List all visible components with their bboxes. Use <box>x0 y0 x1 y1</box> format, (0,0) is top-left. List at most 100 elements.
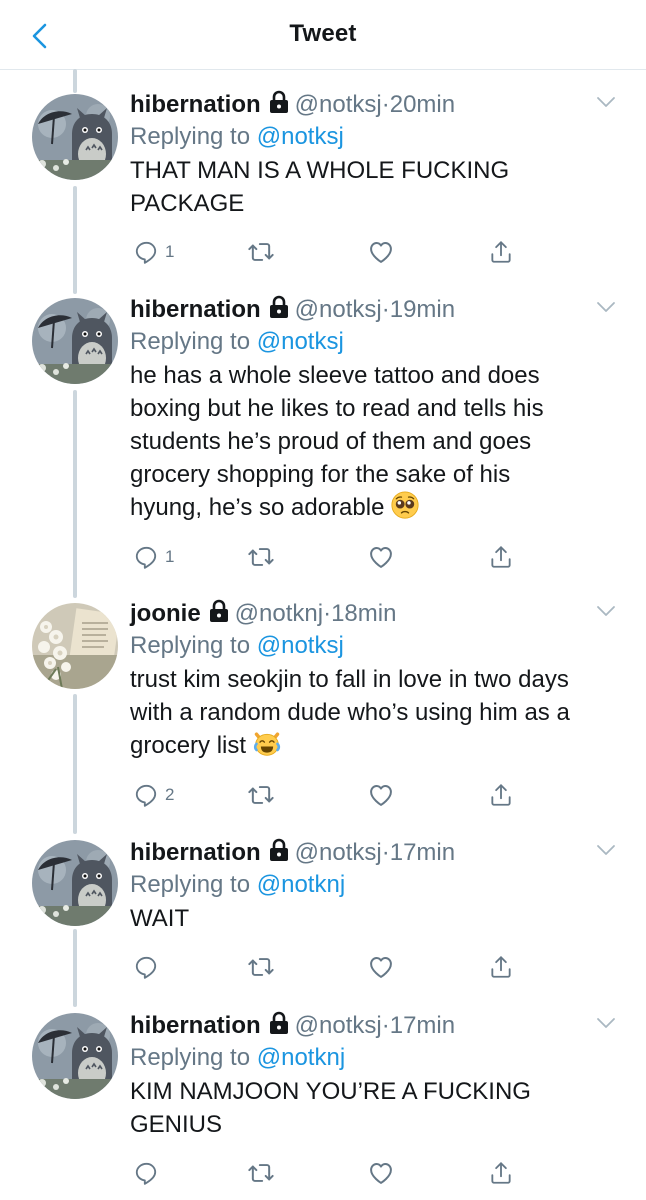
mention-link[interactable]: @notksj <box>257 632 344 659</box>
chevron-down-icon[interactable] <box>596 1017 616 1029</box>
tweet-text: THAT MAN IS A WHOLE FUCKING PACKAGE <box>130 154 620 220</box>
like-button[interactable] <box>367 778 395 812</box>
lock-icon <box>269 838 289 862</box>
replying-to-label: Replying to <box>130 632 257 659</box>
retweet-button[interactable] <box>247 1156 275 1190</box>
handle[interactable]: @notksj <box>295 296 382 323</box>
share-icon <box>488 544 514 570</box>
like-button[interactable] <box>367 950 395 984</box>
reply-button[interactable] <box>133 950 165 984</box>
handle[interactable]: @notksj <box>295 839 382 866</box>
tweet-header: hibernation @notksj·20min <box>130 90 455 120</box>
top-nav-bar: Tweet <box>0 0 646 70</box>
replying-to: Replying to @notknj <box>130 870 345 900</box>
heart-icon <box>367 781 395 809</box>
timestamp: 17min <box>389 839 456 866</box>
display-name[interactable]: hibernation <box>130 91 261 118</box>
retweet-icon <box>247 543 275 571</box>
tweet-text: he has a whole sleeve tattoo and does bo… <box>130 359 580 524</box>
display-name[interactable]: hibernation <box>130 839 261 866</box>
mention-link[interactable]: @notknj <box>257 1044 345 1071</box>
avatar[interactable] <box>32 840 118 926</box>
chevron-down-icon[interactable] <box>596 605 616 617</box>
chevron-down-icon[interactable] <box>596 844 616 856</box>
retweet-button[interactable] <box>247 540 275 574</box>
reply-button[interactable]: 1 <box>133 540 174 574</box>
tweet-text: KIM NAMJOON YOU’RE A FUCKING GENIUS <box>130 1075 550 1141</box>
reply-icon <box>133 1160 159 1186</box>
display-name[interactable]: joonie <box>130 600 201 627</box>
mention-link[interactable]: @notknj <box>257 871 345 898</box>
tweet-header: hibernation @notksj·19min <box>130 295 455 325</box>
timestamp: 18min <box>331 600 397 627</box>
reply-icon <box>133 239 159 265</box>
tweet-header: hibernation @notksj·17min <box>130 838 455 868</box>
lock-icon <box>269 295 289 319</box>
lock-icon <box>269 1011 289 1035</box>
reply-count: 1 <box>165 242 175 261</box>
display-name[interactable]: hibernation <box>130 296 261 323</box>
retweet-icon <box>247 1159 275 1187</box>
heart-icon <box>367 238 395 266</box>
separator: · <box>323 600 332 627</box>
avatar[interactable] <box>32 603 118 689</box>
share-button[interactable] <box>488 235 514 269</box>
replying-to-label: Replying to <box>130 328 257 355</box>
handle[interactable]: @notknj <box>235 600 323 627</box>
chevron-down-icon[interactable] <box>596 301 616 313</box>
share-button[interactable] <box>488 1156 514 1190</box>
tweet-actions: 2 <box>0 778 646 812</box>
reply-icon <box>133 782 159 808</box>
mention-link[interactable]: @notksj <box>257 328 344 355</box>
like-button[interactable] <box>367 235 395 269</box>
share-icon <box>488 1160 514 1186</box>
avatar[interactable] <box>32 298 118 384</box>
crying-laughing-cat-emoji <box>253 729 281 757</box>
like-button[interactable] <box>367 540 395 574</box>
thread-line <box>73 694 77 834</box>
like-button[interactable] <box>367 1156 395 1190</box>
replying-to: Replying to @notknj <box>130 1043 345 1073</box>
tweet-header: hibernation @notksj·17min <box>130 1011 455 1041</box>
handle[interactable]: @notksj <box>295 91 382 118</box>
reply-button[interactable]: 1 <box>133 235 174 269</box>
replying-to: Replying to @notksj <box>130 122 344 152</box>
retweet-icon <box>247 238 275 266</box>
retweet-button[interactable] <box>247 778 275 812</box>
timestamp: 19min <box>389 296 456 323</box>
tweet-text-content: KIM NAMJOON YOU’RE A FUCKING GENIUS <box>130 1078 531 1138</box>
avatar[interactable] <box>32 94 118 180</box>
reply-button[interactable]: 2 <box>133 778 174 812</box>
handle[interactable]: @notksj <box>295 1012 382 1039</box>
replying-to-label: Replying to <box>130 123 257 150</box>
tweet-text: WAIT <box>130 902 620 935</box>
tweet-actions: 1 <box>0 540 646 574</box>
tweet-text: trust kim seokjin to fall in love in two… <box>130 663 610 762</box>
separator: · <box>381 91 390 118</box>
reply-icon <box>133 954 159 980</box>
avatar[interactable] <box>32 1013 118 1099</box>
retweet-icon <box>247 953 275 981</box>
tweet-actions <box>0 950 646 984</box>
retweet-icon <box>247 781 275 809</box>
share-button[interactable] <box>488 540 514 574</box>
heart-icon <box>367 543 395 571</box>
heart-icon <box>367 953 395 981</box>
reply-button[interactable] <box>133 1156 165 1190</box>
share-button[interactable] <box>488 950 514 984</box>
separator: · <box>381 296 390 323</box>
retweet-button[interactable] <box>247 950 275 984</box>
tweet-header: joonie @notknj·18min <box>130 599 396 629</box>
tweet-actions: 1 <box>0 235 646 269</box>
share-button[interactable] <box>488 778 514 812</box>
display-name[interactable]: hibernation <box>130 1012 261 1039</box>
lock-icon <box>209 599 229 623</box>
chevron-down-icon[interactable] <box>596 96 616 108</box>
share-icon <box>488 239 514 265</box>
replying-to-label: Replying to <box>130 1044 257 1071</box>
lock-icon <box>269 90 289 114</box>
mention-link[interactable]: @notksj <box>257 123 344 150</box>
thread-line <box>73 69 77 93</box>
retweet-button[interactable] <box>247 235 275 269</box>
reply-count: 2 <box>165 785 175 804</box>
